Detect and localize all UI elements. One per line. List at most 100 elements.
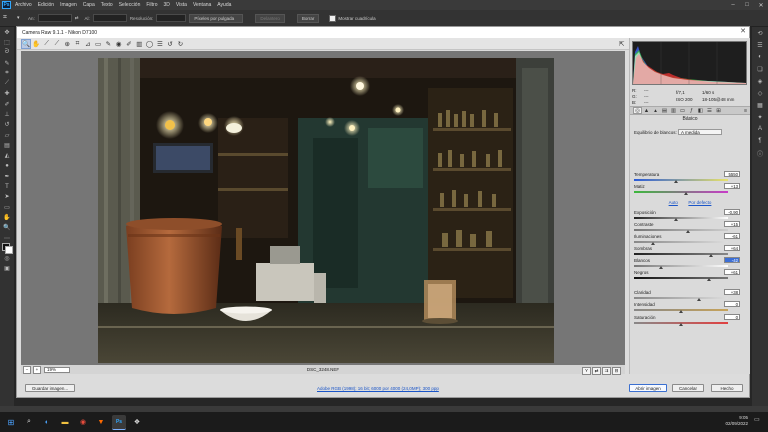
slider-track[interactable] xyxy=(634,191,728,193)
tab-hsl-icon[interactable]: ▤ xyxy=(660,107,669,114)
tab-effects-icon[interactable]: ƒ xyxy=(687,107,696,114)
crop-tool-icon[interactable]: ⌗ xyxy=(72,39,82,49)
slider-thumb[interactable] xyxy=(709,254,714,257)
windows-start-icon[interactable]: ⊞ xyxy=(4,415,18,429)
tab-snapshots-icon[interactable]: ⊞ xyxy=(714,107,723,114)
file-explorer-icon[interactable]: ▬ xyxy=(58,415,72,429)
tab-camera-calibration-icon[interactable]: ◧ xyxy=(696,107,705,114)
open-image-button[interactable]: Abrir imagen xyxy=(629,384,667,392)
clear-button[interactable]: Borrar xyxy=(296,13,320,23)
menu-capa[interactable]: Capa xyxy=(83,2,95,8)
clone-stamp-icon[interactable]: ⊥ xyxy=(0,109,14,119)
lasso-tool-icon[interactable]: ᘐ xyxy=(0,48,14,58)
slider-value-input[interactable]: +13 xyxy=(724,183,740,189)
tab-basic-icon[interactable]: ◎ xyxy=(633,107,642,114)
slider-value-input[interactable]: +61 xyxy=(724,269,740,275)
menu-ayuda[interactable]: Ayuda xyxy=(217,2,231,8)
targeted-adjustment-icon[interactable]: ⊕ xyxy=(62,39,72,49)
chrome-icon[interactable]: ◉ xyxy=(76,415,90,429)
slider-track[interactable] xyxy=(634,253,728,255)
gradient-tool-icon[interactable]: ▤ xyxy=(0,140,14,150)
dodge-tool-icon[interactable]: ● xyxy=(0,161,14,171)
spot-removal-icon[interactable]: ✎ xyxy=(103,39,113,49)
tab-presets-icon[interactable]: ☰ xyxy=(705,107,714,114)
white-balance-select[interactable]: A medida xyxy=(678,129,722,135)
pen-tool-icon[interactable]: ✒ xyxy=(0,171,14,181)
search-icon[interactable]: ⌕ xyxy=(22,415,36,429)
slider-value-input[interactable]: +38 xyxy=(724,289,740,295)
crop-tool-icon[interactable]: ⌗ xyxy=(0,68,14,78)
history-brush-icon[interactable]: ↺ xyxy=(0,120,14,130)
slider-value-input[interactable]: 0 xyxy=(724,314,740,320)
rotate-left-icon[interactable]: ↺ xyxy=(165,39,175,49)
toggle-settings-icon[interactable]: ⊟ xyxy=(612,366,621,375)
layers-panel-icon[interactable]: ❏ xyxy=(752,63,768,75)
more-tools-icon[interactable]: ⋯ xyxy=(0,233,14,243)
preferences-icon[interactable]: ☰ xyxy=(155,39,165,49)
eraser-tool-icon[interactable]: ▱ xyxy=(0,130,14,140)
menu-3d[interactable]: 3D xyxy=(164,2,170,8)
slider-value-input[interactable]: -42 xyxy=(724,257,740,263)
character-panel-icon[interactable]: A xyxy=(752,123,768,135)
paths-panel-icon[interactable]: ◇ xyxy=(752,87,768,99)
straighten-tool-icon[interactable]: ⊿ xyxy=(83,39,93,49)
slider-track[interactable] xyxy=(634,229,728,231)
edge-browser-icon[interactable]: ◐ xyxy=(40,415,54,429)
slider-track[interactable] xyxy=(634,265,728,267)
tab-detail-icon[interactable]: ▴ xyxy=(651,107,660,114)
shape-tool-icon[interactable]: ▭ xyxy=(0,202,14,212)
default-link[interactable]: Por defecto xyxy=(688,200,711,205)
slider-track[interactable] xyxy=(634,179,728,181)
blur-tool-icon[interactable]: ◭ xyxy=(0,151,14,161)
front-image-button[interactable]: Delantero xyxy=(255,13,285,23)
slider-thumb[interactable] xyxy=(707,278,712,281)
menu-edicion[interactable]: Edición xyxy=(38,2,54,8)
move-tool-icon[interactable]: ✥ xyxy=(0,27,14,37)
other-app-icon[interactable]: ❖ xyxy=(130,415,144,429)
quick-select-icon[interactable]: ✎ xyxy=(0,58,14,68)
red-eye-icon[interactable]: ◉ xyxy=(114,39,124,49)
swap-icon[interactable]: ⇄ xyxy=(75,15,79,21)
maximize-icon[interactable]: □ xyxy=(740,0,754,10)
close-icon[interactable]: ✕ xyxy=(754,0,768,10)
white-balance-tool-icon[interactable]: ⟋ xyxy=(42,39,52,49)
menu-imagen[interactable]: Imagen xyxy=(60,2,77,8)
styles-panel-icon[interactable]: ✦ xyxy=(752,111,768,123)
menu-filtro[interactable]: Filtro xyxy=(146,2,157,8)
slider-track[interactable] xyxy=(634,297,728,299)
notifications-icon[interactable]: ▭ xyxy=(754,416,762,426)
history-panel-icon[interactable]: ⟲ xyxy=(752,27,768,39)
rotate-right-icon[interactable]: ↻ xyxy=(175,39,185,49)
slider-value-input[interactable]: +64 xyxy=(724,245,740,251)
screen-mode-icon[interactable]: ▣ xyxy=(0,264,14,274)
paragraph-panel-icon[interactable]: ¶ xyxy=(752,135,768,147)
done-button[interactable]: Hecho xyxy=(711,384,743,392)
slider-thumb[interactable] xyxy=(683,192,688,195)
menu-seleccion[interactable]: Selección xyxy=(119,2,141,8)
slider-thumb[interactable] xyxy=(674,180,679,183)
tab-lens-icon[interactable]: ▭ xyxy=(678,107,687,114)
width-input[interactable] xyxy=(37,14,72,22)
brush-tool-icon[interactable]: ✐ xyxy=(0,99,14,109)
save-image-button[interactable]: Guardar imagen... xyxy=(25,384,75,392)
menu-archivo[interactable]: Archivo xyxy=(15,2,32,8)
eyedropper-tool-icon[interactable]: ⟋ xyxy=(0,78,14,88)
slider-track[interactable] xyxy=(634,241,728,243)
swap-settings-icon[interactable]: ⇄ xyxy=(592,366,601,375)
show-grid-checkbox[interactable] xyxy=(329,14,337,22)
slider-track[interactable] xyxy=(634,277,728,279)
slider-thumb[interactable] xyxy=(679,323,683,326)
auto-link[interactable]: Auto xyxy=(669,200,678,205)
height-input[interactable] xyxy=(92,14,127,22)
resolution-input[interactable] xyxy=(156,14,187,22)
quick-mask-icon[interactable]: ◎ xyxy=(0,254,14,264)
slider-thumb[interactable] xyxy=(674,218,679,221)
slider-track[interactable] xyxy=(634,217,728,219)
minimize-icon[interactable]: – xyxy=(726,0,740,10)
chevron-down-icon[interactable]: ▾ xyxy=(17,15,25,21)
path-select-icon[interactable]: ➤ xyxy=(0,192,14,202)
dialog-close-icon[interactable]: ✕ xyxy=(740,27,746,35)
slider-value-input[interactable]: 5550 xyxy=(724,171,740,177)
menu-vista[interactable]: Vista xyxy=(176,2,187,8)
radial-filter-icon[interactable]: ◯ xyxy=(145,39,155,49)
